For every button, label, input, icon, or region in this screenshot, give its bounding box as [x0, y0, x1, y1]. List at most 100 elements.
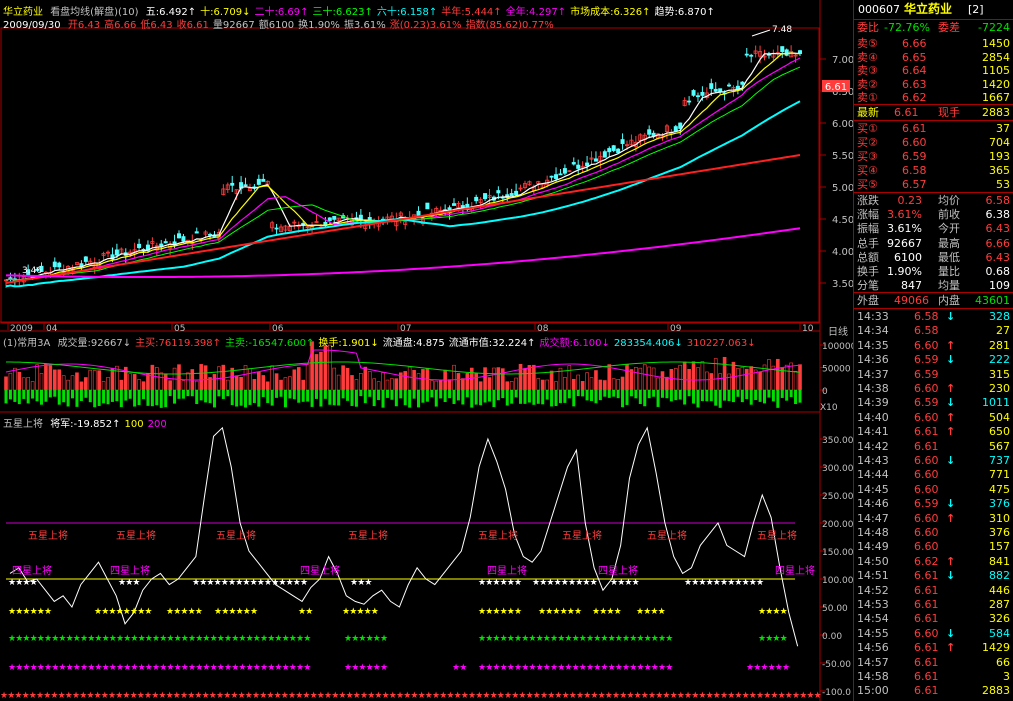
volume-bar [212, 374, 217, 391]
star-icon: ★ [380, 663, 388, 673]
kline-chart-svg[interactable]: 7.006.506.005.505.004.504.003.506.612009… [0, 0, 857, 701]
volume-bar-down [150, 390, 154, 407]
tick-price: 6.61 [914, 439, 939, 453]
volume-bar [580, 381, 585, 391]
volume-bar [66, 379, 70, 391]
tick-volume: 504 [989, 410, 1010, 424]
tick-row[interactable]: 14:56 6.61 ↑ 1429 [854, 640, 1013, 656]
volume-bar [465, 372, 470, 391]
volume-bar-down [612, 390, 616, 397]
volume-bar [434, 380, 439, 391]
five-star-label: 五星上将 [478, 530, 518, 542]
tick-row[interactable]: 14:35 6.60 ↑ 281 [854, 338, 1013, 354]
volume-bar [456, 373, 461, 391]
tick-row[interactable]: 14:36 6.59 ↓ 222 [854, 352, 1013, 368]
tick-row[interactable]: 14:53 6.61 287 [854, 597, 1013, 613]
volume-bar-down [248, 390, 252, 405]
tick-row[interactable]: 14:51 6.61 ↓ 882 [854, 568, 1013, 584]
neipan-value: 43601 [975, 294, 1010, 307]
candle-body [727, 84, 732, 87]
tick-row[interactable]: 14:46 6.59 ↓ 376 [854, 496, 1013, 512]
volume-bar-down [204, 390, 208, 403]
tick-row[interactable]: 14:50 6.62 ↑ 841 [854, 554, 1013, 570]
current-price-label: 6.61 [825, 82, 847, 93]
volume-bar [549, 370, 554, 391]
quote-stock-name: 华立药业 [904, 2, 953, 16]
tick-row[interactable]: 14:42 6.61 567 [854, 439, 1013, 455]
stat-label: 换手 [857, 265, 879, 278]
candle-body [744, 53, 749, 56]
stat-label: 前收 [938, 208, 960, 222]
latest-row: 最新 6.61 现手 2883 [854, 105, 1013, 121]
tick-row[interactable]: 14:54 6.61 326 [854, 611, 1013, 627]
volume-bar [35, 364, 39, 391]
volume-bar [332, 367, 337, 391]
tick-row[interactable]: 14:33 6.58 ↓ 328 [854, 309, 1013, 325]
tick-row[interactable]: 14:48 6.60 376 [854, 525, 1013, 541]
volume-bar [620, 376, 625, 391]
arrow-down-icon: ↓ [946, 569, 956, 583]
volume-bar [21, 377, 26, 391]
tick-row[interactable]: 14:40 6.60 ↑ 504 [854, 410, 1013, 426]
stat-row: 总额 6100 最低 6.43 [854, 250, 1013, 266]
volume-bar [740, 366, 745, 391]
candle-body [735, 85, 740, 90]
volume-bar [532, 364, 536, 391]
volume-bar [505, 381, 510, 391]
candle-body [514, 190, 519, 196]
tick-time: 14:54 [857, 612, 889, 626]
volume-bar-down [465, 390, 469, 398]
tick-row[interactable]: 14:49 6.60 157 [854, 539, 1013, 555]
candle-body [261, 178, 266, 182]
candle-body [425, 202, 430, 210]
tick-row[interactable]: 14:41 6.61 ↑ 650 [854, 424, 1013, 440]
volume-panel-title[interactable]: (1)常用3A [3, 338, 50, 349]
stat-value: 6.38 [985, 208, 1011, 222]
tick-row[interactable]: 14:58 6.61 3 [854, 669, 1013, 685]
tick-row[interactable]: 14:47 6.60 ↑ 310 [854, 511, 1013, 527]
tick-row[interactable]: 14:37 6.59 315 [854, 367, 1013, 383]
volume-bar [150, 364, 155, 391]
tick-price: 6.60 [914, 338, 939, 352]
volume-bar-down [350, 390, 354, 406]
tick-row[interactable]: 14:43 6.60 ↓ 737 [854, 453, 1013, 469]
star-icon: ★ [514, 607, 522, 617]
star-icon: ★ [300, 578, 308, 588]
buy-label: 买② [857, 136, 878, 149]
volume-bar [722, 356, 727, 391]
indicator-value-2: 200 [147, 419, 167, 430]
star-icon: ★ [514, 578, 522, 588]
volume-bar [536, 378, 541, 391]
waipan-label: 外盘 [857, 294, 879, 307]
volume-unit-label: X10 [820, 403, 838, 413]
indicator-panel-title[interactable]: 五星上将 [3, 419, 43, 430]
star-icon: ★ [144, 607, 152, 617]
neipan-label: 内盘 [938, 294, 960, 307]
tick-volume: 771 [989, 468, 1010, 482]
tick-row[interactable]: 15:00 6.61 2883 [854, 683, 1013, 699]
volume-bar [257, 371, 261, 391]
tick-row[interactable]: 14:39 6.59 ↓ 1011 [854, 395, 1013, 411]
tick-row[interactable]: 14:44 6.60 771 [854, 467, 1013, 483]
tick-row[interactable]: 14:57 6.61 66 [854, 655, 1013, 671]
tick-row[interactable]: 14:55 6.60 ↓ 584 [854, 626, 1013, 642]
volume-bar [288, 376, 292, 391]
tick-row[interactable]: 14:45 6.60 475 [854, 482, 1013, 498]
volume-bar-down [585, 390, 589, 401]
quote-value-1: 高6.66 [104, 20, 137, 31]
volume-value-2: 主卖:-16547.600↑ [224, 338, 315, 349]
volume-bar [234, 375, 239, 391]
tick-row[interactable]: 14:52 6.61 446 [854, 583, 1013, 599]
volume-bar [571, 378, 576, 391]
tick-time: 14:58 [857, 670, 889, 683]
period-label[interactable]: 日线 [828, 323, 848, 338]
tick-row[interactable]: 14:34 6.58 27 [854, 323, 1013, 339]
tick-row[interactable]: 14:38 6.60 ↑ 230 [854, 381, 1013, 397]
volume-bar-down [705, 390, 709, 402]
volume-bar [70, 375, 75, 391]
chart-area[interactable]: 7.00 6.50 6.00 5.50 5.00 4.50 4.00 3.50 6.61 2009… [0, 0, 857, 701]
xianshou-value: 2883 [982, 106, 1010, 119]
volume-value-1: 主买:76119.398↑ [135, 338, 221, 349]
volume-bar [798, 364, 802, 391]
volume-bar-down [625, 390, 629, 405]
